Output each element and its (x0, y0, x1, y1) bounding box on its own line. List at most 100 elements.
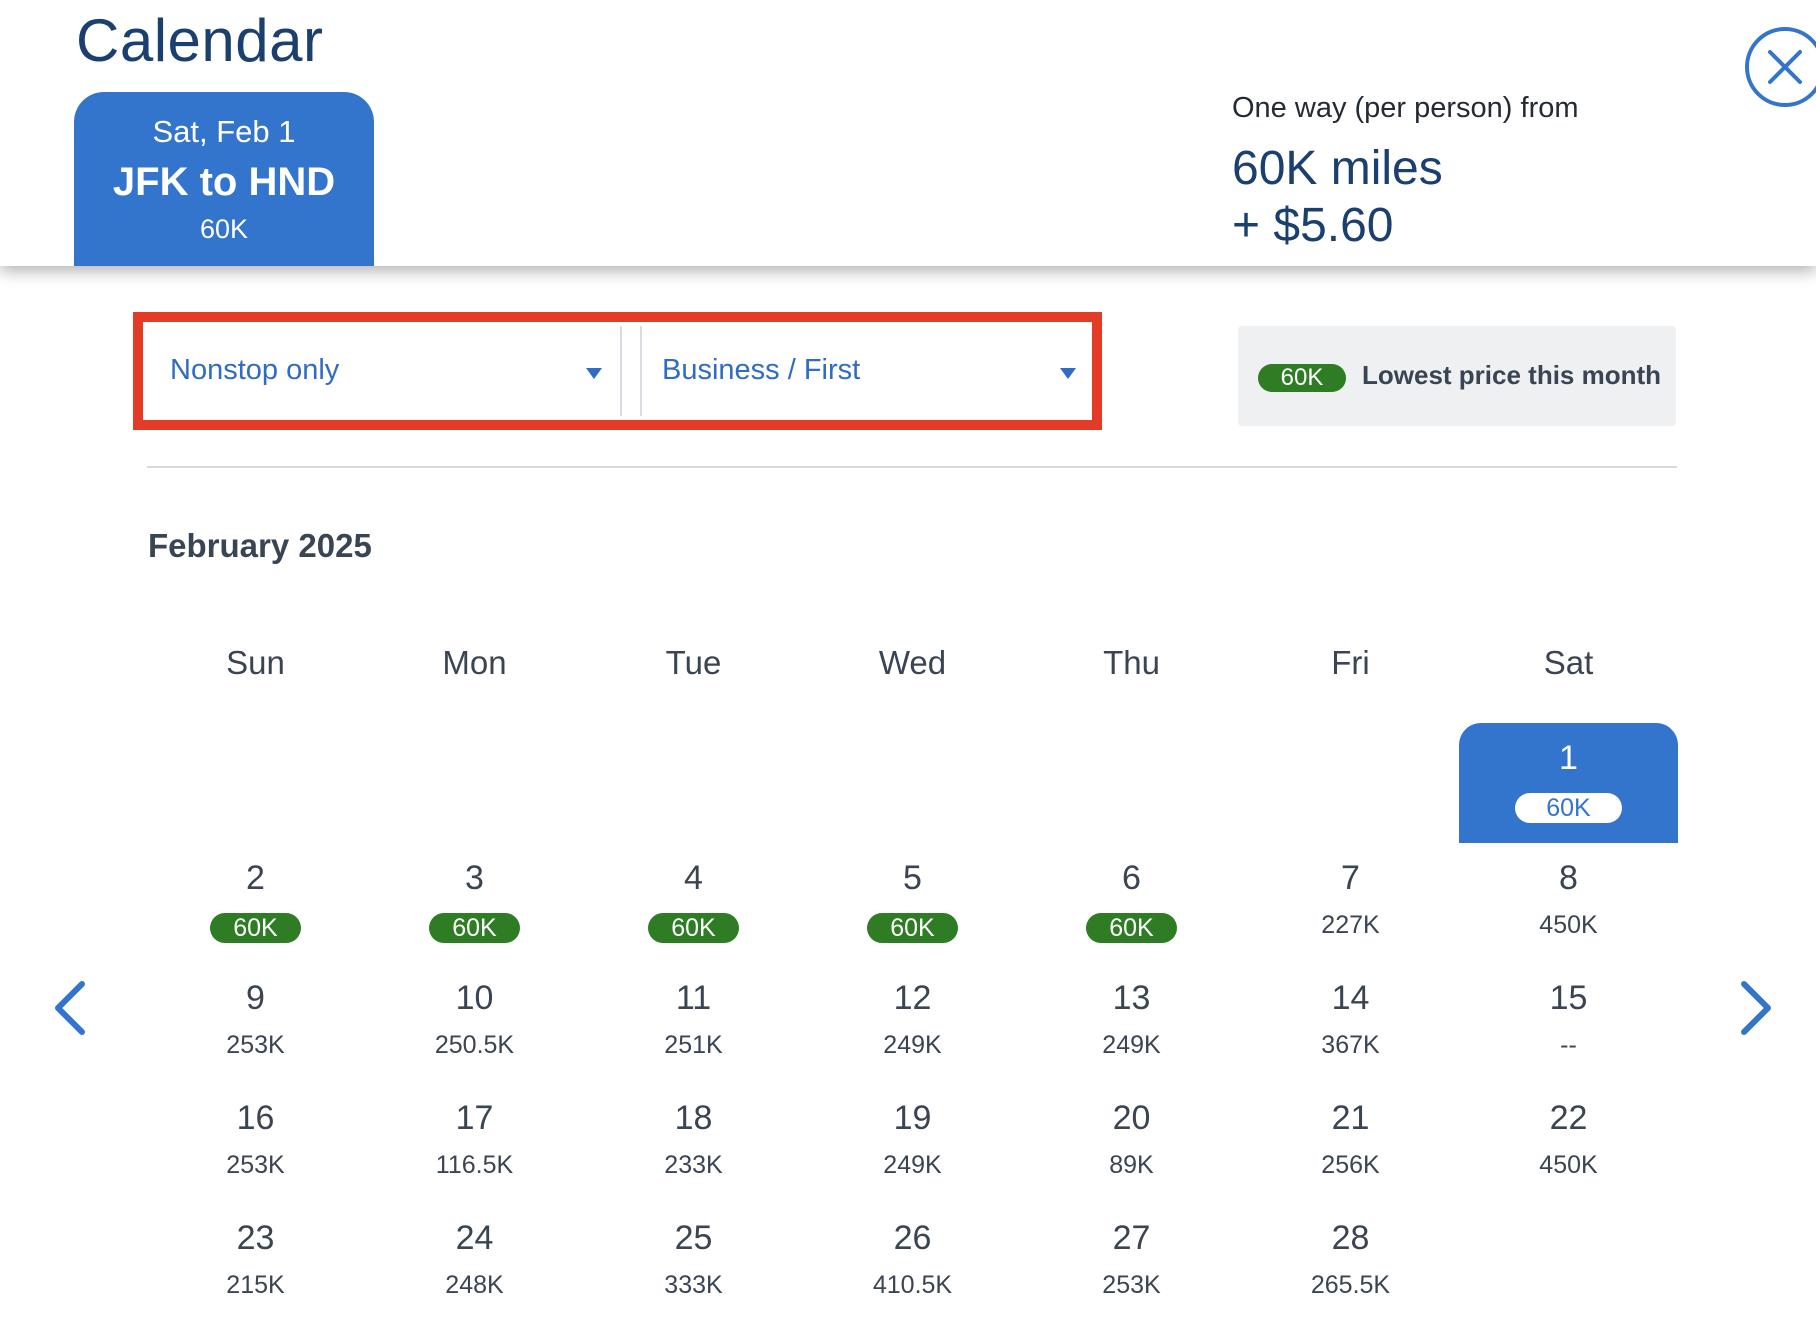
previous-month-button[interactable] (48, 978, 96, 1038)
day-price: 410.5K (872, 1271, 953, 1299)
day-cell[interactable]: 10 250.5K (365, 963, 584, 1083)
month-title: February 2025 (148, 527, 372, 564)
day-price: 251K (664, 1031, 723, 1059)
day-price: 450K (1539, 911, 1598, 939)
day-price: 367K (1321, 1031, 1380, 1059)
day-number: 14 (1331, 979, 1370, 1017)
day-number: 4 (684, 859, 703, 897)
page-title: Calendar (76, 7, 324, 74)
selected-flight-tab[interactable]: Sat, Feb 1 JFK to HND 60K (74, 92, 374, 266)
day-price: 256K (1321, 1151, 1380, 1179)
day-number: 25 (674, 1219, 713, 1257)
weekday-sun: Sun (226, 644, 285, 681)
day-cell[interactable]: 20 89K (1022, 1083, 1241, 1203)
day-cell[interactable]: 18 233K (584, 1083, 803, 1203)
day-cell[interactable]: 21 256K (1241, 1083, 1460, 1203)
flight-route: JFK to HND (112, 160, 336, 204)
day-price: 215K (226, 1271, 285, 1299)
day-number: 19 (893, 1099, 932, 1137)
day-number: 15 (1549, 979, 1588, 1017)
day-cell[interactable]: 12 249K (803, 963, 1022, 1083)
lowest-price-badge: 60K (1515, 793, 1622, 823)
day-price: 249K (883, 1151, 942, 1179)
day-price: -- (1560, 1031, 1577, 1059)
fare-taxes: + $5.60 (1232, 199, 1394, 252)
day-cell[interactable]: 28 265.5K (1241, 1203, 1460, 1323)
day-cell[interactable]: 6 60K (1022, 843, 1241, 963)
flight-price: 60K (199, 214, 249, 244)
chevron-left-icon (55, 981, 85, 1035)
weekday-tue: Tue (665, 644, 722, 681)
day-cell[interactable]: 4 60K (584, 843, 803, 963)
day-number: 17 (455, 1099, 494, 1137)
day-cell[interactable]: 3 60K (365, 843, 584, 963)
day-price: 233K (664, 1151, 723, 1179)
lowest-price-badge: 60K (867, 913, 958, 943)
day-number: 20 (1112, 1099, 1151, 1137)
day-price: 89K (1109, 1151, 1154, 1179)
day-cell[interactable]: 7 227K (1241, 843, 1460, 963)
day-number: 7 (1341, 859, 1360, 897)
day-number: 5 (903, 859, 922, 897)
day-cell[interactable]: 23 215K (146, 1203, 365, 1323)
lowest-price-badge: 60K (648, 913, 739, 943)
day-price: 250.5K (434, 1031, 515, 1059)
day-number: 11 (675, 979, 712, 1017)
day-number: 21 (1331, 1099, 1370, 1137)
day-price: 248K (445, 1271, 504, 1299)
day-price: 333K (664, 1271, 723, 1299)
day-price: 253K (1102, 1271, 1161, 1299)
lowest-price-badge: 60K (1086, 913, 1177, 943)
day-number: 23 (236, 1219, 275, 1257)
day-number: 28 (1331, 1219, 1370, 1257)
day-price: 227K (1321, 911, 1380, 939)
day-cell[interactable]: 16 253K (146, 1083, 365, 1203)
day-price: 249K (883, 1031, 942, 1059)
day-number: 12 (893, 979, 932, 1017)
day-cell[interactable]: 5 60K (803, 843, 1022, 963)
day-cell[interactable]: 24 248K (365, 1203, 584, 1323)
day-cell[interactable]: 22 450K (1459, 1083, 1678, 1203)
day-cell[interactable]: 17 116.5K (365, 1083, 584, 1203)
stops-select[interactable]: Nonstop only (146, 326, 620, 416)
day-cell[interactable]: 13 249K (1022, 963, 1241, 1083)
cabin-select[interactable]: Business / First (640, 326, 1089, 416)
day-cell[interactable]: 15 -- (1459, 963, 1678, 1083)
day-cell[interactable]: 25 333K (584, 1203, 803, 1323)
lowest-price-badge: 60K (1258, 364, 1346, 392)
day-cell[interactable]: 9 253K (146, 963, 365, 1083)
day-number: 6 (1122, 859, 1141, 897)
fare-label: One way (per person) from (1232, 92, 1579, 124)
day-cell[interactable]: 14 367K (1241, 963, 1460, 1083)
day-cell[interactable]: 27 253K (1022, 1203, 1241, 1323)
day-cell[interactable]: 8 450K (1459, 843, 1678, 963)
day-cell[interactable]: 2 60K (146, 843, 365, 963)
day-cell[interactable]: 19 249K (803, 1083, 1022, 1203)
chevron-right-icon (1741, 981, 1771, 1035)
weekday-wed: Wed (878, 644, 947, 681)
day-number: 24 (455, 1219, 494, 1257)
day-price: 249K (1102, 1031, 1161, 1059)
day-number: 16 (236, 1099, 275, 1137)
next-month-button[interactable] (1730, 978, 1778, 1038)
day-number: 22 (1549, 1099, 1588, 1137)
day-number: 27 (1112, 1219, 1151, 1257)
day-cell[interactable]: 11 251K (584, 963, 803, 1083)
caret-down-icon (1060, 368, 1076, 379)
day-cell[interactable]: 26 410.5K (803, 1203, 1022, 1323)
fare-miles: 60K miles (1232, 142, 1443, 195)
cabin-select-value: Business / First (662, 354, 861, 386)
caret-down-icon (586, 368, 602, 379)
day-number: 2 (246, 859, 265, 897)
weekday-fri: Fri (1331, 644, 1370, 681)
day-number: 26 (893, 1219, 932, 1257)
stops-select-value: Nonstop only (170, 354, 340, 386)
day-cell[interactable]: 1 60K (1459, 723, 1678, 843)
lowest-price-badge: 60K (429, 913, 520, 943)
day-number: 8 (1559, 859, 1578, 897)
select-separator (620, 326, 640, 416)
weekday-thu: Thu (1103, 644, 1160, 681)
close-button[interactable] (1742, 24, 1816, 110)
weekday-mon: Mon (442, 644, 507, 681)
fare-summary: One way (per person) from 60K miles + $5… (1232, 92, 1579, 255)
